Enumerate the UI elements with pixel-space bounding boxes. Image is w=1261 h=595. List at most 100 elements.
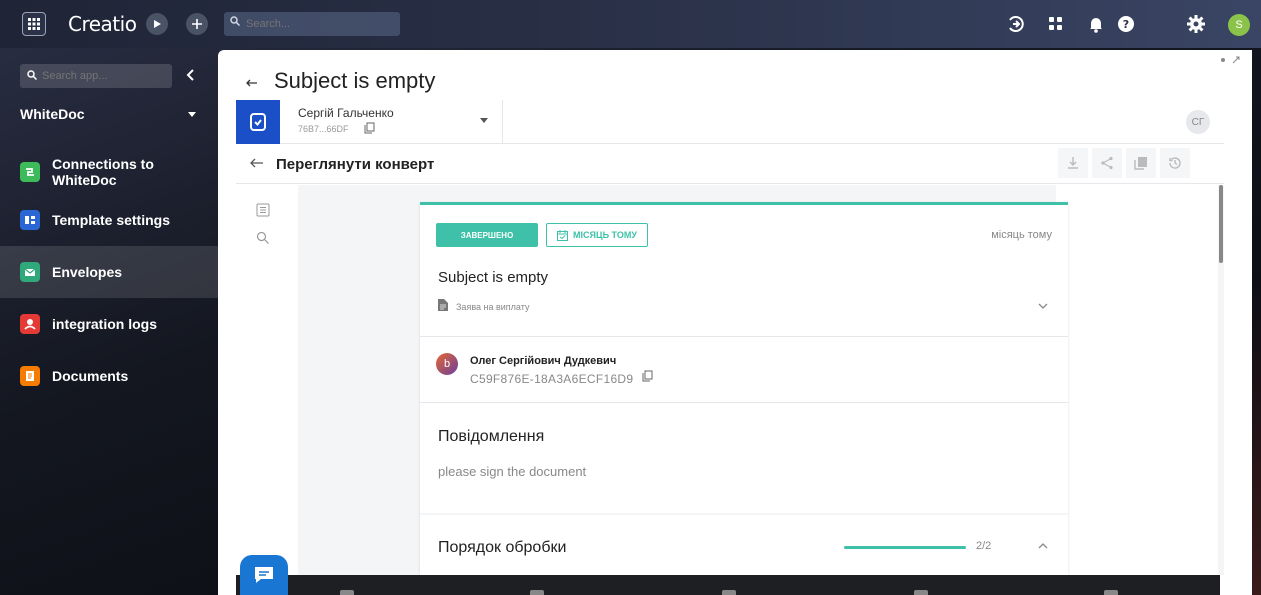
- date-badge-label: МІСЯЦЬ ТОМУ: [573, 230, 637, 240]
- search-icon: [27, 70, 37, 80]
- top-bar: Creatio ? S: [0, 0, 1261, 48]
- window-controls-icon[interactable]: [1220, 56, 1240, 64]
- bottom-tab-icon[interactable]: [1104, 590, 1118, 595]
- apps-icon[interactable]: [1046, 14, 1066, 34]
- chevron-down-icon[interactable]: [1038, 303, 1048, 309]
- copy-document-button[interactable]: [1126, 148, 1156, 178]
- grid-icon: [28, 18, 40, 30]
- bell-icon[interactable]: [1086, 14, 1106, 34]
- divider: [502, 100, 503, 144]
- chat-icon: [255, 567, 273, 583]
- envelope-card: ЗАВЕРШЕНО МІСЯЦЬ ТОМУ місяць тому Subjec…: [420, 202, 1068, 575]
- message-body: please sign the document: [438, 464, 587, 479]
- history-button[interactable]: [1160, 148, 1190, 178]
- share-icon: [1101, 156, 1113, 170]
- sidebar-item-documents[interactable]: Documents: [0, 350, 220, 402]
- help-icon[interactable]: ?: [1116, 14, 1136, 34]
- link-icon: [20, 162, 40, 182]
- app-search-input[interactable]: [20, 64, 172, 88]
- sidebar-item-label: Template settings: [52, 212, 170, 228]
- signer-avatar: b: [436, 353, 458, 375]
- divider: [420, 402, 1068, 403]
- signer-name: Олег Сергійович Дудкевич: [470, 355, 617, 367]
- whitedoc-logo: [236, 100, 280, 144]
- sidebar-item-label: Envelopes: [52, 264, 123, 280]
- back-arrow-icon[interactable]: [246, 78, 258, 88]
- divider: [420, 336, 1068, 337]
- app-name[interactable]: WhiteDoc: [20, 106, 85, 122]
- date-badge: МІСЯЦЬ ТОМУ: [546, 223, 648, 247]
- app-search-box: [20, 64, 172, 88]
- global-search-input[interactable]: [224, 12, 400, 36]
- main-panel: Subject is empty Сергій Гальченко 76B7..…: [218, 50, 1252, 595]
- process-count: 2/2: [976, 540, 992, 552]
- envelope-icon: [20, 262, 40, 282]
- app-grid-button[interactable]: [22, 12, 46, 36]
- left-toolbar: [236, 185, 298, 575]
- user-avatar[interactable]: S: [1228, 14, 1250, 36]
- user-name: Сергій Гальченко: [298, 106, 394, 120]
- card-subject: Subject is empty: [438, 269, 549, 286]
- content-area: ЗАВЕРШЕНО МІСЯЦЬ ТОМУ місяць тому Subjec…: [236, 185, 1224, 575]
- bottom-tab-icon[interactable]: [914, 590, 928, 595]
- sidebar-item-label: Documents: [52, 368, 129, 384]
- sidebar: WhiteDoc Connections to WhiteDoc Templat…: [0, 48, 220, 595]
- svg-text:?: ?: [1123, 18, 1129, 31]
- message-title: Повідомлення: [438, 428, 545, 445]
- calendar-icon: [557, 229, 569, 241]
- copy-icon[interactable]: [642, 370, 653, 382]
- list-icon[interactable]: [256, 203, 270, 217]
- play-icon: [154, 20, 161, 28]
- signer-id: C59F876E-18A3A6ECF16D9: [470, 372, 634, 386]
- add-button[interactable]: [186, 13, 208, 35]
- search-icon[interactable]: [256, 231, 270, 245]
- copy-icon[interactable]: [364, 122, 375, 134]
- process-progress-fill: [844, 546, 966, 549]
- envelope-title: Переглянути конверт: [276, 156, 435, 173]
- template-icon: [20, 210, 40, 230]
- caret-down-icon[interactable]: [188, 112, 196, 118]
- chat-button[interactable]: [240, 555, 288, 595]
- content-scrollbar[interactable]: [1218, 185, 1224, 575]
- document-header: Сергій Гальченко 76B7...66DF СГ: [236, 100, 1224, 144]
- document-type: Заява на виплату: [456, 302, 530, 312]
- back-arrow-icon[interactable]: [250, 157, 264, 169]
- plus-icon: [192, 19, 202, 29]
- sidebar-item-label: integration logs: [52, 316, 157, 332]
- sidebar-item-envelopes[interactable]: Envelopes: [0, 246, 220, 298]
- chevron-up-icon[interactable]: [1038, 543, 1048, 549]
- creatio-logo[interactable]: Creatio: [68, 12, 137, 36]
- gear-icon[interactable]: [1186, 14, 1206, 34]
- share-button[interactable]: [1092, 148, 1122, 178]
- time-ago: місяць тому: [991, 229, 1052, 241]
- document-icon: [438, 299, 448, 311]
- sidebar-item-label: Connections to WhiteDoc: [52, 156, 154, 188]
- history-icon: [1169, 157, 1181, 169]
- ai-assistant-icon[interactable]: [1006, 14, 1026, 34]
- sidebar-item-integration-logs[interactable]: integration logs: [0, 298, 220, 350]
- status-badge: ЗАВЕРШЕНО: [436, 223, 538, 247]
- envelope-toolbar: Переглянути конверт: [236, 144, 1224, 184]
- whitedoc-icon: [250, 113, 266, 131]
- bottom-tab-icon[interactable]: [340, 590, 354, 595]
- run-process-button[interactable]: [146, 13, 168, 35]
- page-title: Subject is empty: [274, 68, 436, 93]
- bottom-tab-icon[interactable]: [722, 590, 736, 595]
- sidebar-item-connections[interactable]: Connections to WhiteDoc: [0, 146, 220, 198]
- process-progress-bar: [844, 546, 966, 549]
- scrollbar-thumb[interactable]: [1219, 185, 1223, 263]
- caret-down-icon[interactable]: [480, 118, 488, 124]
- process-title: Порядок обробки: [438, 539, 567, 556]
- user-id: 76B7...66DF: [298, 124, 349, 134]
- right-pane: [1056, 185, 1224, 575]
- log-icon: [20, 314, 40, 334]
- sidebar-item-template-settings[interactable]: Template settings: [0, 194, 220, 246]
- download-icon: [1068, 157, 1078, 169]
- user-initials-avatar[interactable]: СГ: [1186, 110, 1210, 134]
- divider: [420, 513, 1068, 515]
- document-icon: [20, 366, 40, 386]
- download-button[interactable]: [1058, 148, 1088, 178]
- copy-document-icon: [1134, 157, 1147, 170]
- collapse-sidebar-icon[interactable]: [186, 68, 196, 82]
- bottom-tab-icon[interactable]: [530, 590, 544, 595]
